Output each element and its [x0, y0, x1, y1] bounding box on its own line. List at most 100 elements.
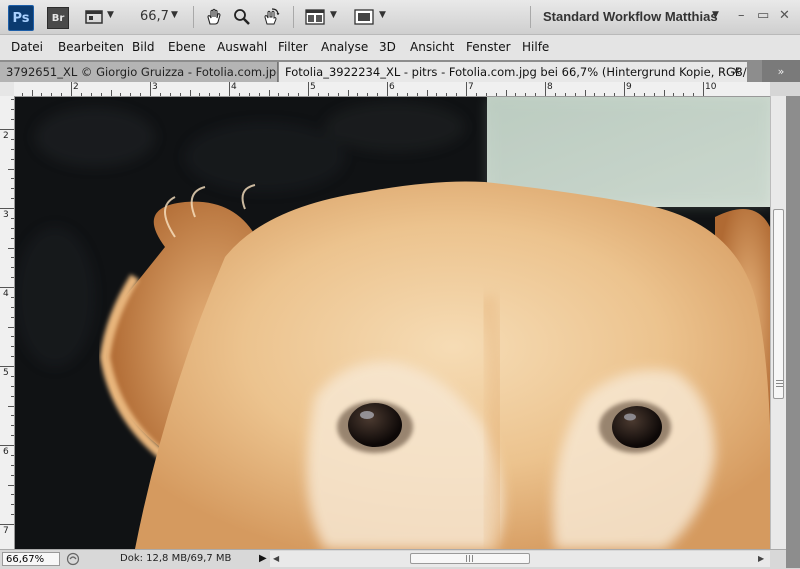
photoshop-logo[interactable]: Ps	[8, 5, 34, 31]
ruler-major-tick	[150, 82, 151, 96]
scroll-right-icon[interactable]: ▶	[758, 554, 764, 563]
ruler-major-tick	[545, 82, 546, 96]
ruler-minor-tick	[643, 93, 645, 96]
ruler-label: 7	[3, 526, 9, 536]
status-menu-arrow-icon[interactable]: ▶	[259, 553, 267, 564]
ruler-minor-tick	[288, 93, 290, 96]
menu-hilfe[interactable]: Hilfe	[522, 40, 549, 54]
menu-auswahl[interactable]: Auswahl	[217, 40, 267, 54]
ruler-minor-tick	[337, 93, 339, 96]
ruler-minor-tick	[11, 504, 14, 506]
document-tab-bar: 3792651_XL © Giorgio Gruizza - Fotolia.c…	[0, 60, 800, 82]
ruler-minor-tick	[8, 326, 14, 328]
horizontal-scroll-thumb[interactable]	[410, 553, 530, 564]
chevron-down-icon[interactable]: ▼	[330, 10, 337, 20]
ruler-label: 8	[547, 82, 553, 92]
chevron-down-icon[interactable]: ▼	[107, 10, 114, 20]
ruler-minor-tick	[357, 93, 359, 96]
menu-fenster[interactable]: Fenster	[466, 40, 511, 54]
panel-edge	[786, 96, 800, 568]
toolbar-separator	[530, 6, 531, 28]
ruler-minor-tick	[11, 346, 14, 348]
ruler-label: 2	[3, 131, 9, 141]
bridge-button[interactable]: Br	[47, 7, 69, 29]
ruler-minor-tick	[584, 90, 586, 96]
ruler-minor-tick	[11, 198, 14, 200]
ruler-minor-tick	[159, 93, 161, 96]
ruler-minor-tick	[169, 93, 171, 96]
document-size: Dok: 12,8 MB/69,7 MB	[120, 553, 232, 564]
menu-filter[interactable]: Filter	[278, 40, 308, 54]
tab-overflow-button[interactable]: »	[762, 60, 800, 82]
menu-analyse[interactable]: Analyse	[321, 40, 368, 54]
tab-document-inactive[interactable]: 3792651_XL © Giorgio Gruizza - Fotolia.c…	[0, 62, 278, 82]
horizontal-ruler[interactable]: 2 3 4 5 6 7 8 9 10	[14, 82, 770, 97]
tab-document-active[interactable]: Fotolia_3922234_XL - pitrs - Fotolia.com…	[279, 62, 747, 82]
ruler-minor-tick	[100, 93, 102, 96]
ruler-minor-tick	[130, 93, 132, 96]
ruler-minor-tick	[396, 93, 398, 96]
ruler-minor-tick	[90, 93, 92, 96]
ruler-minor-tick	[11, 316, 14, 318]
chevron-down-icon[interactable]: ▼	[379, 10, 386, 20]
vertical-scrollbar[interactable]	[770, 96, 787, 549]
ruler-minor-tick	[199, 93, 201, 96]
ruler-minor-tick	[535, 93, 537, 96]
ruler-minor-tick	[11, 395, 14, 397]
ruler-major-tick	[387, 82, 388, 96]
ruler-minor-tick	[51, 93, 53, 96]
ruler-major-tick	[624, 82, 625, 96]
hand-icon[interactable]	[204, 7, 224, 27]
menu-datei[interactable]: Datei	[11, 40, 43, 54]
restore-button[interactable]: ▭	[757, 8, 769, 23]
vertical-scroll-thumb[interactable]	[773, 209, 784, 399]
ruler-minor-tick	[8, 168, 14, 170]
ruler-minor-tick	[11, 227, 14, 229]
ruler-minor-tick	[11, 336, 14, 338]
chevron-down-icon[interactable]: ▼	[171, 10, 178, 20]
ruler-minor-tick	[209, 93, 211, 96]
zoom-icon[interactable]	[232, 7, 252, 27]
menu-ebene[interactable]: Ebene	[168, 40, 206, 54]
ruler-minor-tick	[11, 494, 14, 496]
document-canvas[interactable]	[15, 97, 770, 549]
minimize-button[interactable]: –	[738, 8, 745, 23]
vertical-ruler[interactable]: 2 3 4 5 6 7	[0, 96, 15, 549]
ruler-minor-tick	[258, 93, 260, 96]
workspace-switcher[interactable]: Standard Workflow Matthias	[543, 9, 718, 24]
ruler-minor-tick	[456, 93, 458, 96]
ruler-minor-tick	[327, 93, 329, 96]
ruler-minor-tick	[574, 93, 576, 96]
ruler-minor-tick	[475, 93, 477, 96]
menu-3d[interactable]: 3D	[379, 40, 396, 54]
arrange-documents-icon[interactable]	[305, 7, 325, 27]
ruler-minor-tick	[11, 306, 14, 308]
chevron-down-icon[interactable]: ▼	[712, 10, 719, 20]
scroll-left-icon[interactable]: ◀	[273, 554, 279, 563]
ruler-minor-tick	[377, 93, 379, 96]
ruler-minor-tick	[367, 93, 369, 96]
ruler-minor-tick	[11, 375, 14, 377]
menu-bearbeiten[interactable]: Bearbeiten	[58, 40, 124, 54]
close-tab-icon[interactable]: ✕	[732, 62, 741, 82]
menu-ansicht[interactable]: Ansicht	[410, 40, 454, 54]
frame-icon[interactable]	[84, 7, 104, 27]
ruler-minor-tick	[436, 93, 438, 96]
screen-mode-icon[interactable]	[354, 7, 374, 27]
ruler-minor-tick	[653, 93, 655, 96]
menu-bild[interactable]: Bild	[132, 40, 155, 54]
ruler-minor-tick	[347, 90, 349, 96]
zoom-level[interactable]: 66,7	[140, 9, 169, 24]
zoom-input[interactable]: 66,67%	[2, 552, 60, 566]
ruler-minor-tick	[11, 435, 14, 437]
ruler-minor-tick	[11, 277, 14, 279]
horizontal-scrollbar[interactable]: ◀ ▶	[270, 551, 770, 567]
close-button[interactable]: ✕	[779, 8, 790, 23]
info-icon[interactable]	[66, 552, 80, 566]
ruler-major-tick	[0, 129, 14, 130]
ruler-minor-tick	[61, 93, 63, 96]
ruler-origin[interactable]	[0, 82, 15, 97]
rotate-view-icon[interactable]	[261, 7, 281, 27]
ruler-minor-tick	[525, 93, 527, 96]
ruler-minor-tick	[41, 93, 43, 96]
